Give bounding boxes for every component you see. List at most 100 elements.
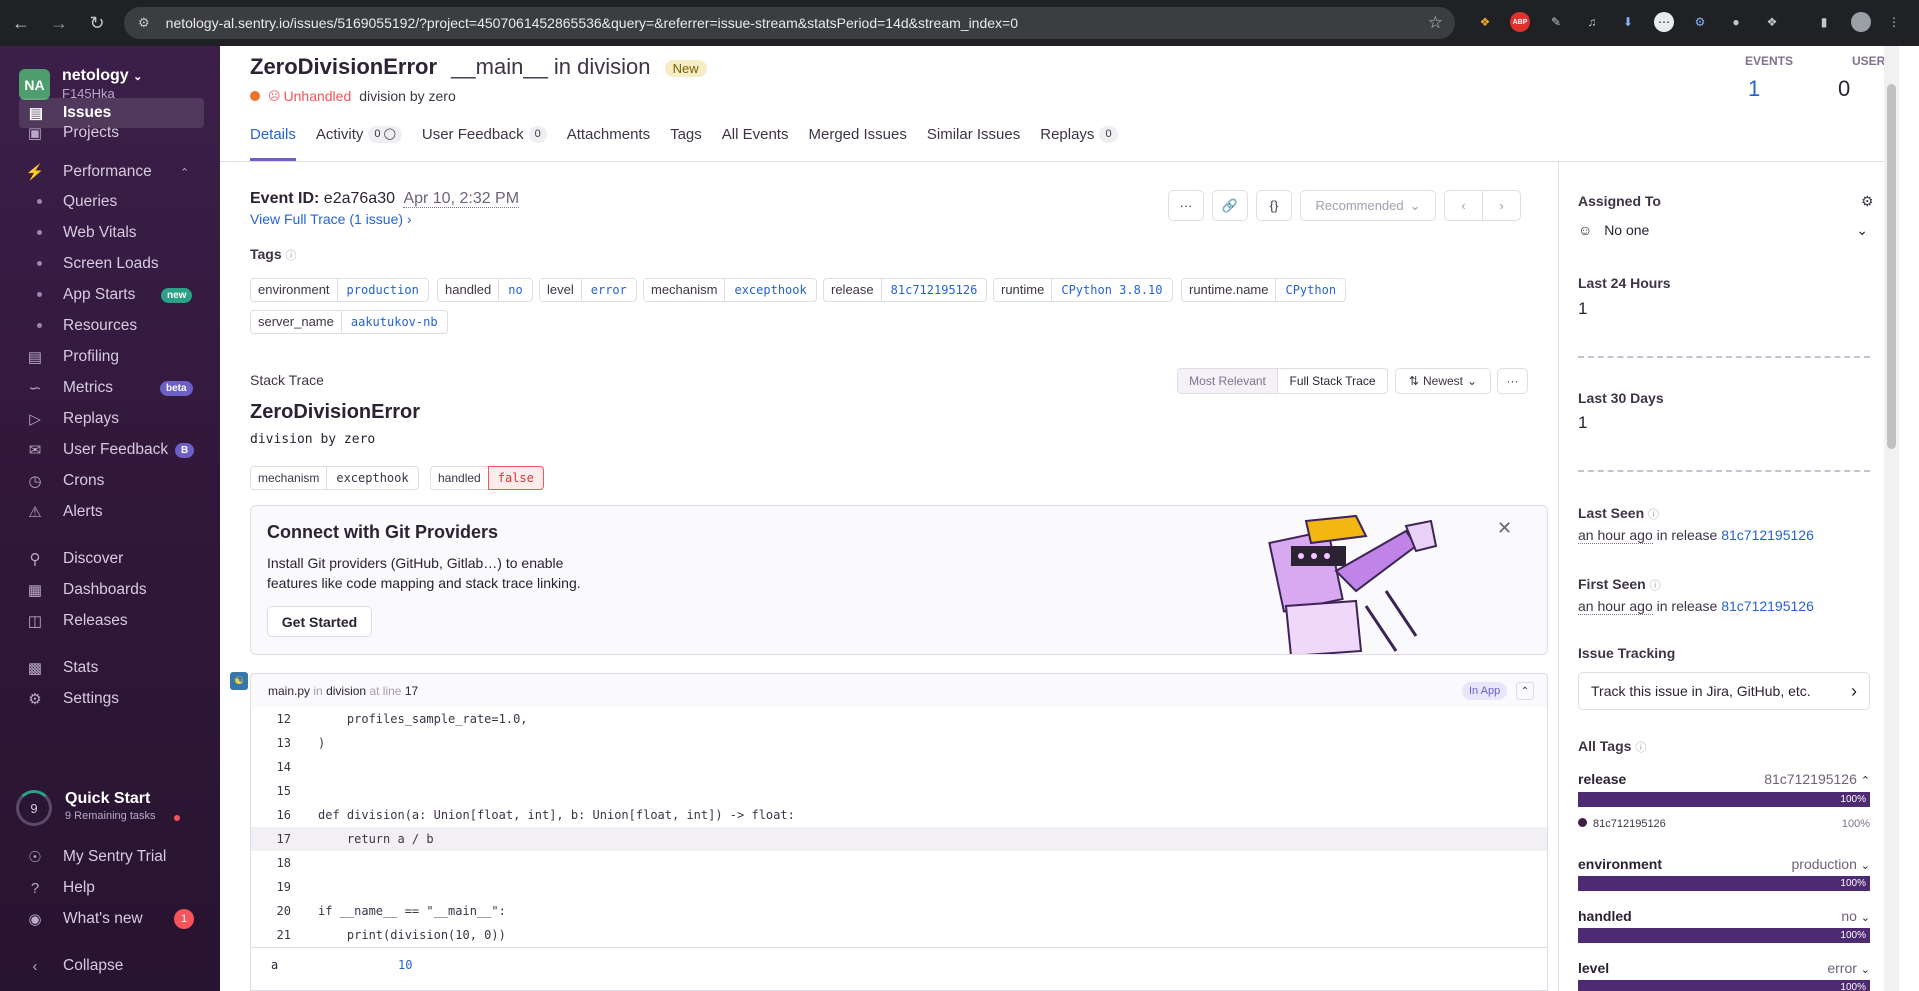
sidebar-item-crons[interactable]: ◷ Crons xyxy=(0,466,220,496)
event-more-button[interactable]: ··· xyxy=(1168,190,1204,221)
extension-dot-icon[interactable]: ● xyxy=(1726,12,1746,32)
tag-runtime[interactable]: runtime CPython 3.8.10 xyxy=(993,278,1173,302)
stack-frame-header[interactable]: main.py in division at line 17 In App ⌃ xyxy=(250,673,1548,708)
tab-all-events[interactable]: All Events xyxy=(722,126,789,161)
git-providers-card: Connect with Git Providers Install Git p… xyxy=(250,505,1548,655)
sidebar-item-profiling[interactable]: ▤ Profiling xyxy=(0,342,220,372)
tab-user-feedback[interactable]: User Feedback 0 xyxy=(422,126,547,161)
assignee-value: No one xyxy=(1604,222,1650,238)
page-scrollbar[interactable] xyxy=(1884,46,1899,991)
tag-bar-environment[interactable]: 100% xyxy=(1578,876,1870,891)
tag-environment[interactable]: environment production xyxy=(250,278,429,302)
sidebar-item-stats[interactable]: ▩ Stats xyxy=(0,653,220,683)
sidebar-item-projects[interactable]: ▣ Projects xyxy=(0,118,220,148)
tag-mechanism[interactable]: mechanism excepthook xyxy=(643,278,817,302)
tag-handled[interactable]: handled no xyxy=(437,278,533,302)
most-relevant-toggle[interactable]: Most Relevant xyxy=(1178,369,1278,393)
first-seen-release-link[interactable]: 81c712195126 xyxy=(1721,598,1814,614)
tag-summary-handled[interactable]: handled no ⌄ xyxy=(1578,908,1870,924)
side-panel-icon[interactable]: ▮ xyxy=(1814,12,1834,32)
tag-runtime-name[interactable]: runtime.name CPython xyxy=(1181,278,1347,302)
tag-summary-release[interactable]: release 81c712195126 ⌃ xyxy=(1578,771,1870,787)
sidebar-item-discover[interactable]: ⚲ Discover xyxy=(0,544,220,574)
site-info-icon[interactable]: ⚙ xyxy=(138,15,150,31)
reload-icon[interactable]: ↻ xyxy=(80,6,114,40)
tab-similar-issues[interactable]: Similar Issues xyxy=(927,126,1020,161)
sidebar-item-resources[interactable]: Resources xyxy=(0,311,220,341)
tag-summary-environment[interactable]: environment production ⌄ xyxy=(1578,856,1870,872)
tag-level[interactable]: level error xyxy=(539,278,637,302)
tab-replays[interactable]: Replays 0 xyxy=(1040,126,1118,161)
json-button[interactable]: {} xyxy=(1256,190,1292,221)
sidebar-item-releases[interactable]: ◫ Releases xyxy=(0,606,220,636)
profile-avatar[interactable] xyxy=(1851,12,1871,32)
profiling-icon: ▤ xyxy=(27,349,43,366)
quick-start[interactable]: 9 Quick Start 9 Remaining tasks xyxy=(16,786,206,830)
chrome-menu-icon[interactable]: ⋮ xyxy=(1884,12,1904,32)
tag-summary-level[interactable]: level error ⌄ xyxy=(1578,960,1870,976)
download-icon[interactable]: ⬇ xyxy=(1618,12,1638,32)
full-stack-trace-toggle[interactable]: Full Stack Trace xyxy=(1277,369,1387,393)
settings-icon[interactable]: ⚙ xyxy=(1861,193,1874,210)
tag-bar-level[interactable]: 100% xyxy=(1578,980,1870,991)
eyedropper-icon[interactable]: ✎ xyxy=(1546,12,1566,32)
extension-puzzle-color-icon[interactable]: ❖ xyxy=(1475,12,1495,32)
adblock-icon[interactable]: ABP xyxy=(1510,12,1530,32)
sidebar-item-user-feedback[interactable]: ✉ User Feedback B xyxy=(0,435,220,465)
sidebar-item-dashboards[interactable]: ▦ Dashboards xyxy=(0,575,220,605)
events-value[interactable]: 1 xyxy=(1748,76,1760,102)
sidebar-item-web-vitals[interactable]: Web Vitals xyxy=(0,218,220,248)
sort-newest-dropdown[interactable]: ⇅ Newest ⌄ xyxy=(1395,368,1491,394)
translate-extension-icon[interactable]: ⋯ xyxy=(1654,12,1674,32)
tag-bar-handled[interactable]: 100% xyxy=(1578,928,1870,943)
tab-merged-issues[interactable]: Merged Issues xyxy=(808,126,906,161)
sidebar-item-queries[interactable]: Queries xyxy=(0,187,220,217)
issue-location: __main__ in division xyxy=(451,54,651,79)
recommended-dropdown[interactable]: Recommended ⌄ xyxy=(1300,190,1436,221)
sidebar-item-metrics[interactable]: ∽ Metrics beta xyxy=(0,373,220,403)
assignee-dropdown[interactable]: ☺ No one ⌄ xyxy=(1578,222,1870,246)
sidebar-item-screen-loads[interactable]: Screen Loads xyxy=(0,249,220,279)
sidebar-item-replays[interactable]: ▷ Replays xyxy=(0,404,220,434)
stack-more-options-button[interactable]: ··· xyxy=(1497,368,1528,394)
sidebar-item-my-sentry-trial[interactable]: ☉ My Sentry Trial xyxy=(0,842,220,872)
sidebar-item-performance[interactable]: ⚡ Performance ⌃ xyxy=(0,157,220,187)
extensions-icon[interactable]: ❖ xyxy=(1762,12,1782,32)
sidebar-item-help[interactable]: ? Help xyxy=(0,873,220,903)
next-event-button[interactable]: › xyxy=(1482,190,1521,221)
tab-details[interactable]: Details xyxy=(250,126,296,161)
tag-release[interactable]: release 81c712195126 xyxy=(823,278,988,302)
copy-link-icon[interactable]: 🔗 xyxy=(1212,190,1248,221)
sidebar-item-settings[interactable]: ⚙ Settings xyxy=(0,684,220,714)
headphones-icon[interactable]: ♫ xyxy=(1582,12,1602,32)
telescope-icon: ⚲ xyxy=(29,551,41,568)
chevron-up-icon[interactable]: ⌃ xyxy=(1516,682,1534,700)
previous-event-button[interactable]: ‹ xyxy=(1444,190,1483,221)
address-bar[interactable]: ⚙ netology-al.sentry.io/issues/516905519… xyxy=(124,7,1455,39)
sidebar-item-app-starts[interactable]: App Starts new xyxy=(0,280,220,310)
tab-attachments[interactable]: Attachments xyxy=(567,126,650,161)
org-switcher[interactable]: NA netology ⌄ F145Hka xyxy=(19,67,142,102)
tag-value-row[interactable]: 81c712195126 100% xyxy=(1578,818,1870,830)
git-illustration xyxy=(1268,514,1438,654)
view-full-trace-link[interactable]: View Full Trace (1 issue) › xyxy=(250,211,412,227)
info-icon: ⓘ xyxy=(1648,509,1660,521)
sidebar-item-alerts[interactable]: ⚠ Alerts xyxy=(0,497,220,527)
track-issue-button[interactable]: Track this issue in Jira, GitHub, etc. › xyxy=(1578,672,1870,710)
tag-server-name[interactable]: server_name aakutukov-nb xyxy=(250,310,448,334)
code-line: 16 def division(a: Union[float, int], b: … xyxy=(276,808,795,822)
tab-tags[interactable]: Tags xyxy=(670,126,702,161)
bookmark-star-icon[interactable]: ☆ xyxy=(1428,13,1443,33)
sidebar-collapse-button[interactable]: ‹ Collapse xyxy=(0,951,220,981)
tab-activity[interactable]: Activity 0 ◯ xyxy=(316,126,402,161)
event-date[interactable]: Apr 10, 2:32 PM xyxy=(403,190,520,208)
back-icon[interactable]: ← xyxy=(4,6,38,40)
close-icon[interactable]: ✕ xyxy=(1497,518,1512,539)
last-seen-release-link[interactable]: 81c712195126 xyxy=(1721,527,1814,543)
forward-icon[interactable]: → xyxy=(42,6,76,40)
scrollbar-thumb[interactable] xyxy=(1887,84,1896,449)
sidebar-item-whats-new[interactable]: ◉ What's new 1 xyxy=(0,904,220,934)
get-started-button[interactable]: Get Started xyxy=(267,606,372,637)
tag-bar-release[interactable]: 100% xyxy=(1578,792,1870,807)
google-translate-icon[interactable]: ⚙ xyxy=(1690,12,1710,32)
